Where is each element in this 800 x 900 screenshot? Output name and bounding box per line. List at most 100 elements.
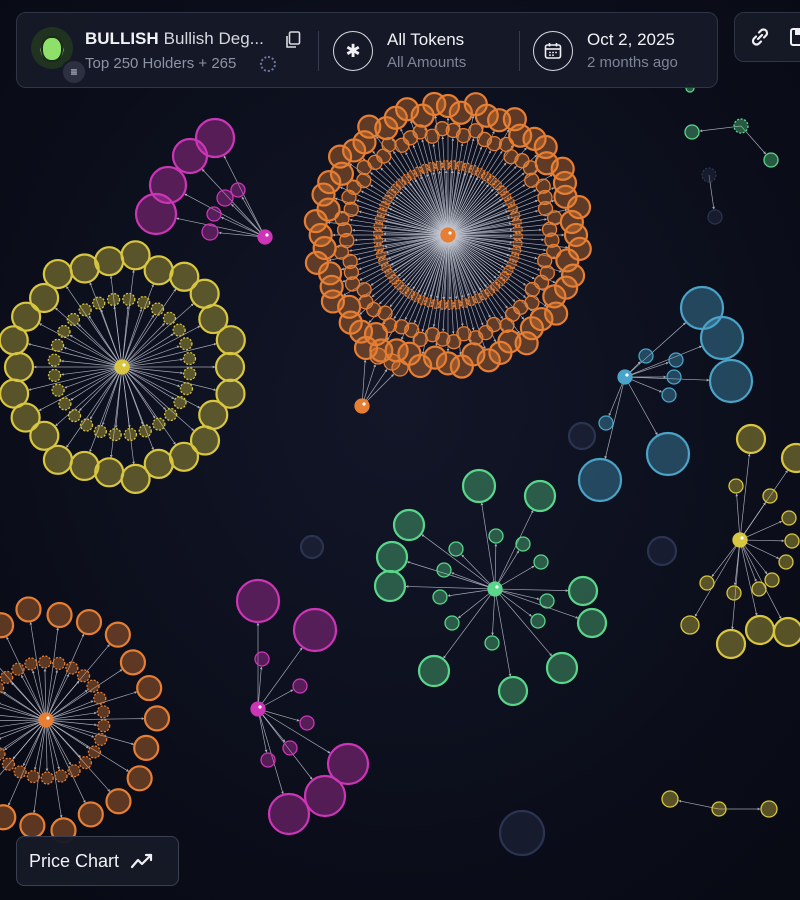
- unlinked-bubble[interactable]: [567, 421, 597, 451]
- holder-bubble[interactable]: [778, 554, 794, 570]
- holder-bubble[interactable]: [260, 752, 276, 768]
- unlinked-bubble[interactable]: [498, 809, 546, 857]
- holder-bubble[interactable]: [86, 679, 100, 693]
- holder-bubble[interactable]: [666, 369, 682, 385]
- holder-bubble[interactable]: [780, 442, 800, 474]
- cluster-center-node[interactable]: [38, 712, 54, 728]
- cluster-center-node[interactable]: [250, 701, 266, 717]
- holder-bubble[interactable]: [168, 441, 200, 472]
- holder-bubble[interactable]: [171, 137, 209, 175]
- holder-bubble[interactable]: [699, 575, 715, 591]
- holder-bubble[interactable]: [78, 755, 93, 770]
- holder-bubble[interactable]: [173, 395, 187, 410]
- holder-bubble[interactable]: [67, 409, 82, 423]
- holder-bubble[interactable]: [541, 221, 558, 238]
- holder-bubble[interactable]: [230, 182, 246, 198]
- holder-bubble[interactable]: [46, 601, 73, 629]
- holder-bubble[interactable]: [760, 800, 778, 818]
- holder-bubble[interactable]: [122, 292, 136, 306]
- holder-bubble[interactable]: [576, 607, 608, 639]
- holder-bubble[interactable]: [444, 615, 460, 631]
- holder-bubble[interactable]: [134, 192, 178, 236]
- holder-bubble[interactable]: [680, 615, 700, 635]
- holder-bubble[interactable]: [726, 585, 742, 601]
- holder-bubble[interactable]: [206, 206, 222, 222]
- link-icon[interactable]: [749, 26, 771, 48]
- holder-bubble[interactable]: [0, 804, 17, 831]
- holder-bubble[interactable]: [772, 616, 800, 648]
- holder-bubble[interactable]: [183, 367, 197, 381]
- holder-bubble[interactable]: [661, 790, 679, 808]
- holder-bubble[interactable]: [93, 424, 107, 439]
- bubble-map-graph[interactable]: [0, 0, 800, 900]
- holder-bubble[interactable]: [164, 407, 178, 422]
- holder-bubble[interactable]: [751, 581, 767, 597]
- holder-bubble[interactable]: [94, 246, 125, 277]
- holder-bubble[interactable]: [104, 621, 131, 648]
- holder-bubble[interactable]: [524, 281, 541, 298]
- holder-bubble[interactable]: [392, 508, 426, 542]
- holder-bubble[interactable]: [539, 593, 555, 609]
- holder-bubble[interactable]: [106, 292, 121, 307]
- holder-bubble[interactable]: [143, 705, 171, 732]
- cluster-center-node[interactable]: [617, 369, 633, 385]
- holder-bubble[interactable]: [512, 224, 523, 235]
- holder-bubble[interactable]: [133, 734, 160, 761]
- holder-bubble[interactable]: [79, 418, 94, 432]
- holder-bubble[interactable]: [93, 691, 107, 705]
- holder-bubble[interactable]: [42, 258, 73, 290]
- holder-bubble[interactable]: [567, 575, 599, 607]
- holder-bubble[interactable]: [292, 607, 338, 653]
- holder-bubble[interactable]: [19, 812, 46, 839]
- holder-bubble[interactable]: [559, 209, 584, 235]
- holder-bubble[interactable]: [715, 628, 747, 660]
- holder-bubble[interactable]: [499, 317, 515, 333]
- holder-bubble[interactable]: [373, 569, 407, 603]
- unlinked-bubble[interactable]: [299, 534, 325, 560]
- holder-bubble[interactable]: [52, 656, 66, 671]
- holder-bubble[interactable]: [282, 740, 298, 756]
- holder-bubble[interactable]: [699, 315, 745, 361]
- holder-bubble[interactable]: [77, 801, 104, 828]
- holder-bubble[interactable]: [762, 488, 778, 504]
- holder-bubble[interactable]: [13, 765, 27, 779]
- holder-bubble[interactable]: [108, 428, 122, 442]
- price-chart-button[interactable]: Price Chart: [16, 836, 179, 886]
- holder-bubble[interactable]: [497, 675, 529, 707]
- holder-bubble[interactable]: [120, 463, 151, 494]
- holder-bubble[interactable]: [198, 399, 229, 430]
- holder-bubble[interactable]: [744, 614, 776, 646]
- holder-bubble[interactable]: [645, 431, 691, 477]
- holder-bubble[interactable]: [763, 152, 779, 168]
- holder-bubble[interactable]: [235, 578, 281, 624]
- holder-bubble[interactable]: [523, 479, 557, 513]
- holder-bubble[interactable]: [448, 541, 464, 557]
- holder-bubble[interactable]: [119, 649, 147, 676]
- holder-bubble[interactable]: [533, 554, 549, 570]
- holder-bubble[interactable]: [96, 705, 111, 719]
- holder-bubble[interactable]: [299, 715, 315, 731]
- holder-bubble[interactable]: [484, 635, 500, 651]
- calendar-icon[interactable]: [533, 31, 573, 71]
- holder-bubble[interactable]: [0, 670, 14, 685]
- cluster-center-node[interactable]: [732, 532, 748, 548]
- holder-bubble[interactable]: [781, 510, 797, 526]
- holder-bubble[interactable]: [94, 457, 125, 488]
- holder-bubble[interactable]: [126, 765, 153, 792]
- holder-bubble[interactable]: [0, 612, 15, 639]
- holder-bubble[interactable]: [152, 417, 166, 431]
- holder-bubble[interactable]: [76, 669, 91, 683]
- holder-bubble[interactable]: [391, 359, 409, 377]
- holder-bubble[interactable]: [735, 423, 767, 455]
- holder-bubble[interactable]: [784, 533, 800, 549]
- holder-bubble[interactable]: [668, 352, 684, 368]
- holder-bubble[interactable]: [303, 774, 347, 818]
- holder-bubble[interactable]: [11, 662, 25, 676]
- holder-bubble[interactable]: [728, 478, 744, 494]
- cluster-center-node[interactable]: [440, 227, 456, 243]
- holder-bubble[interactable]: [215, 325, 246, 356]
- holder-bubble[interactable]: [105, 788, 132, 815]
- holder-bubble[interactable]: [432, 589, 448, 605]
- holder-bubble[interactable]: [461, 468, 497, 504]
- holder-bubble[interactable]: [87, 745, 102, 759]
